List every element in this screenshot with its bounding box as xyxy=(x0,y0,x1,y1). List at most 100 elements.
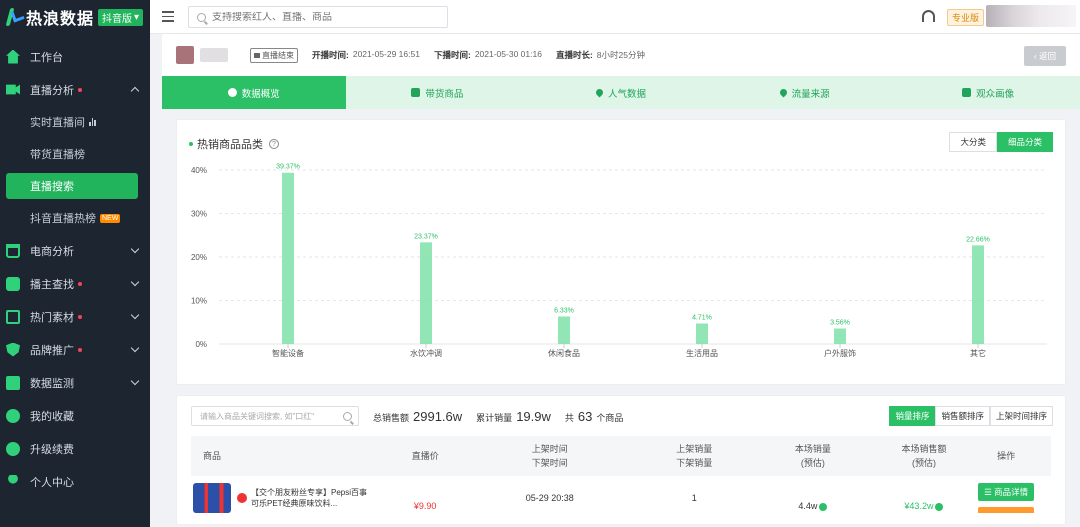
sidebar-item-brand-promo[interactable]: 品牌推广 xyxy=(0,333,150,366)
x-tick-label: 生活用品 xyxy=(686,348,718,358)
x-tick-label: 休闲食品 xyxy=(548,348,580,358)
search-icon xyxy=(197,12,206,22)
product-sales: 4.4w xyxy=(739,499,886,513)
data-label: 23.37% xyxy=(414,233,438,240)
verified-icon xyxy=(935,502,944,511)
chevron-up-icon xyxy=(130,86,140,96)
tab-goods[interactable]: 带货商品 xyxy=(346,76,530,109)
help-icon[interactable]: ? xyxy=(269,139,279,149)
y-tick-label: 0% xyxy=(195,340,207,349)
bar xyxy=(834,328,846,344)
bar xyxy=(558,316,570,344)
product-cell: 【交个朋友粉丝专享】Pepsi百事可乐PET经典原味饮料... xyxy=(191,483,400,513)
pie-icon xyxy=(227,88,237,97)
chevron-down-icon xyxy=(130,277,140,287)
sidebar-item-anchor-search[interactable]: 播主查找 xyxy=(0,267,150,300)
headset-icon[interactable] xyxy=(922,10,935,22)
tab-popularity[interactable]: 人气数据 xyxy=(529,76,713,109)
sidebar-subitem-sales-rank[interactable]: 带货直播榜 xyxy=(0,138,150,170)
user-avatar[interactable] xyxy=(986,5,1076,27)
x-tick-label: 户外服饰 xyxy=(824,348,856,358)
sort-by-volume[interactable]: 销量排序 xyxy=(889,406,936,426)
start-time: 开播时间: 2021-05-29 16:51 xyxy=(312,49,420,60)
table-row[interactable]: 【交个朋友粉丝专享】Pepsi百事可乐PET经典原味饮料... ¥9.90 05… xyxy=(191,476,1051,520)
search-input[interactable] xyxy=(212,11,432,23)
sidebar-subitem-live-search[interactable]: 直播搜索 xyxy=(6,173,138,199)
chart-title: 热销商品品类 ? xyxy=(189,136,279,152)
upgrade-icon xyxy=(6,441,20,456)
tab-overview[interactable]: 数据概览 xyxy=(162,76,346,109)
sort-by-list-time[interactable]: 上架时间排序 xyxy=(989,406,1053,426)
streamer-name xyxy=(200,48,228,62)
live-header: 直播结束 开播时间: 2021-05-29 16:51 下播时间: 2021-05-… xyxy=(162,34,1080,76)
sidebar-item-favorites[interactable]: 我的收藏 xyxy=(0,399,150,432)
chevron-down-icon xyxy=(130,310,140,320)
secondary-action-button[interactable] xyxy=(978,507,1035,513)
streamer-avatar xyxy=(176,46,194,64)
product-count: 共 63 个商品 xyxy=(564,408,624,424)
shield-icon xyxy=(6,342,20,357)
x-tick-label: 其它 xyxy=(970,348,986,358)
product-list-card: 请输入商品关键词搜索, 如"口红" 总销售额 2991.6w 累计销量 19.9w … xyxy=(176,395,1066,525)
col-list-time: 上架时间 下架时间 xyxy=(531,444,568,468)
data-label: 22.66% xyxy=(966,236,990,243)
data-label: 4.71% xyxy=(692,315,712,322)
monitor-icon xyxy=(6,375,20,390)
tab-audience[interactable]: 观众画像 xyxy=(896,76,1080,109)
new-badge: NEW xyxy=(100,213,121,223)
col-list-sales: 上架销量 下架销量 xyxy=(676,444,713,468)
data-label: 39.37% xyxy=(276,164,300,171)
product-image[interactable] xyxy=(193,483,231,513)
sidebar-item-workbench[interactable]: 工作台 xyxy=(0,40,150,73)
table-header: 商品 直播价 上架时间 下架时间 上架销量 下架销量 本场销量 (预估) 本场销售额(… xyxy=(191,436,1051,476)
sort-by-revenue[interactable]: 销售额排序 xyxy=(935,406,990,426)
sort-options: 销量排序 销售额排序 上架时间排序 xyxy=(889,406,1053,426)
keyword-search-input[interactable]: 请输入商品关键词搜索, 如"口红" xyxy=(191,406,359,426)
chevron-down-icon xyxy=(130,376,140,386)
sidebar-item-monitoring[interactable]: 数据监测 xyxy=(0,366,150,399)
sidebar-item-hot-material[interactable]: 热门素材 xyxy=(0,300,150,333)
col-price: 直播价 xyxy=(411,451,439,461)
app-logo[interactable]: 热浪数据 抖音版 ▾ xyxy=(0,0,150,34)
drop-icon xyxy=(778,87,789,98)
sidebar-item-upgrade[interactable]: 升级续费 xyxy=(0,432,150,465)
verified-icon xyxy=(819,502,828,511)
total-sales-stat: 总销售额 2991.6w xyxy=(373,408,463,424)
total-volume-stat: 累计销量 19.9w xyxy=(476,408,551,424)
goods-icon xyxy=(411,88,421,97)
menu-toggle-icon[interactable] xyxy=(162,11,174,22)
new-dot xyxy=(78,87,82,92)
anchor-icon xyxy=(6,276,20,291)
main-content: 直播结束 开播时间: 2021-05-29 16:51 下播时间: 2021-05-… xyxy=(162,34,1080,525)
edition-badge[interactable]: 抖音版 ▾ xyxy=(98,8,144,26)
sidebar-item-ecommerce[interactable]: 电商分析 xyxy=(0,234,150,267)
product-detail-button[interactable]: ☰ 商品详情 xyxy=(978,483,1035,501)
chevron-down-icon xyxy=(130,343,140,353)
sidebar-subitem-realtime[interactable]: 实时直播间 xyxy=(0,106,150,138)
tab-traffic[interactable]: 流量来源 xyxy=(713,76,897,109)
star-icon xyxy=(6,408,20,423)
y-tick-label: 10% xyxy=(191,297,207,306)
end-time: 下播时间: 2021-05-30 01:16 xyxy=(433,49,542,60)
new-dot xyxy=(78,314,82,319)
search-icon[interactable] xyxy=(343,412,352,421)
toggle-major-category[interactable]: 大分类 xyxy=(949,132,997,152)
bar xyxy=(972,245,984,344)
product-price: ¥9.90 xyxy=(413,501,437,511)
toggle-fine-category[interactable]: 细品分类 xyxy=(996,132,1053,152)
sidebar-item-live-analysis[interactable]: 直播分析 xyxy=(0,73,150,106)
portrait-icon xyxy=(962,88,972,97)
global-search[interactable] xyxy=(188,6,448,28)
product-list-time: 05-29 20:38 xyxy=(525,493,574,503)
product-name[interactable]: 【交个朋友粉丝专享】Pepsi百事可乐PET经典原味饮料... xyxy=(251,487,371,509)
back-button[interactable]: ‹ 返回 xyxy=(1024,46,1066,66)
bar xyxy=(696,323,708,344)
col-sales: 本场销量 (预估) xyxy=(794,444,831,468)
bullet-dot xyxy=(189,142,193,146)
sidebar: 热浪数据 抖音版 ▾ 工作台 直播分析 实时直播间 带货直播榜 直播搜索 抖音直播… xyxy=(0,0,150,527)
sidebar-subitem-hot-rank[interactable]: 抖音直播热榜 NEW xyxy=(0,202,150,234)
hot-category-card: 热销商品品类 ? 大分类 细品分类 0% 10% 20% 30% 40% 39.37% 智能… xyxy=(176,119,1066,385)
duration: 直播时长: 8小时25分钟 xyxy=(555,50,645,60)
sidebar-item-profile[interactable]: 个人中心 xyxy=(0,465,150,498)
logo-text: 热浪数据 xyxy=(26,11,95,28)
